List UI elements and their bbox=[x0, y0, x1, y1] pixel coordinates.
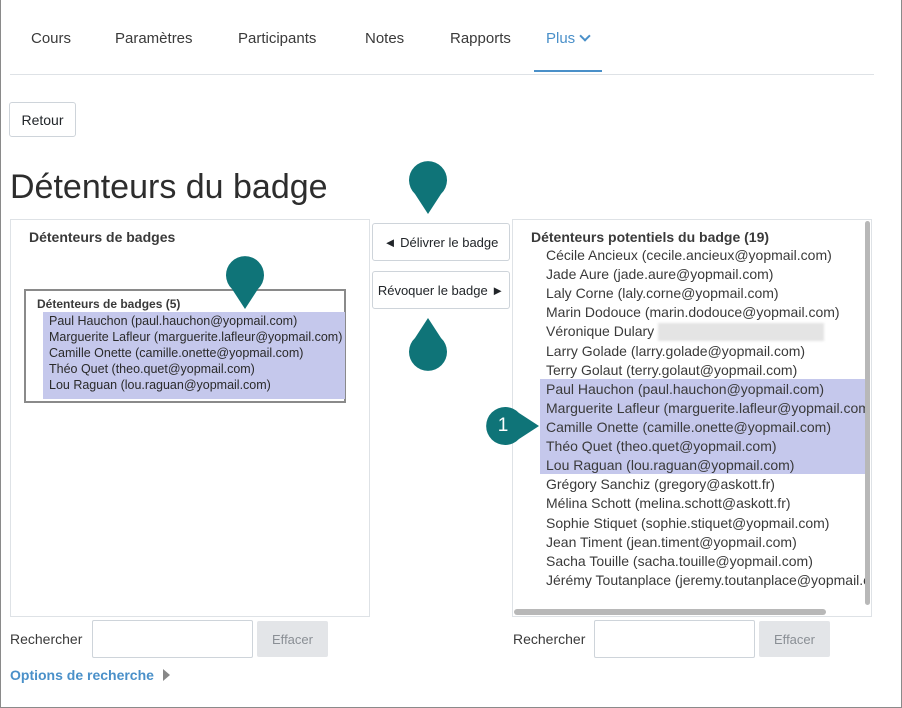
search-label-left: Rechercher bbox=[10, 631, 83, 647]
marker-4-icon: 4 bbox=[406, 318, 477, 376]
search-label-right: Rechercher bbox=[513, 631, 586, 647]
horizontal-scrollbar[interactable] bbox=[514, 609, 826, 615]
redacted-email bbox=[658, 323, 824, 341]
list-item[interactable]: Laly Corne (laly.corne@yopmail.com) bbox=[546, 285, 779, 301]
clear-button-left[interactable]: Effacer bbox=[257, 621, 328, 657]
marker-number: 1 bbox=[497, 415, 509, 436]
list-item[interactable]: Lou Raguan (lou.raguan@yopmail.com) bbox=[546, 457, 794, 473]
search-options-link[interactable]: Options de recherche bbox=[10, 667, 170, 683]
expand-arrow-icon bbox=[162, 669, 170, 681]
list-item[interactable]: Véronique Dulary bbox=[546, 323, 654, 339]
list-item[interactable]: Marguerite Lafleur (marguerite.lafleur@y… bbox=[546, 400, 866, 416]
marker-number: 4 bbox=[466, 340, 478, 361]
list-item[interactable]: Cécile Ancieux (cecile.ancieux@yopmail.c… bbox=[546, 247, 832, 263]
potential-holders-list: Cécile Ancieux (cecile.ancieux@yopmail.c… bbox=[0, 0, 866, 600]
marker-2-icon: 2 bbox=[406, 156, 477, 214]
list-item[interactable]: Théo Quet (theo.quet@yopmail.com) bbox=[546, 438, 777, 454]
list-item[interactable]: Terry Golaut (terry.golaut@yopmail.com) bbox=[546, 362, 797, 378]
list-item[interactable]: Sophie Stiquet (sophie.stiquet@yopmail.c… bbox=[546, 515, 829, 531]
clear-button-right[interactable]: Effacer bbox=[759, 621, 830, 657]
list-item[interactable]: Camille Onette (camille.onette@yopmail.c… bbox=[546, 419, 831, 435]
marker-1-icon: 1 bbox=[479, 404, 539, 448]
list-item[interactable]: Marin Dodouce (marin.dodouce@yopmail.com… bbox=[546, 304, 840, 320]
list-item[interactable]: Mélina Schott (melina.schott@askott.fr) bbox=[546, 495, 791, 511]
search-input-right[interactable] bbox=[594, 620, 755, 658]
list-item[interactable]: Jean Timent (jean.timent@yopmail.com) bbox=[546, 534, 797, 550]
marker-number: 3 bbox=[283, 264, 295, 285]
list-item[interactable]: Jérémy Toutanplace (jeremy.toutanplace@y… bbox=[546, 572, 866, 588]
list-item[interactable]: Sacha Touille (sacha.touille@yopmail.com… bbox=[546, 553, 813, 569]
list-item[interactable]: Larry Golade (larry.golade@yopmail.com) bbox=[546, 343, 805, 359]
marker-3-icon: 3 bbox=[223, 251, 294, 309]
list-item[interactable]: Jade Aure (jade.aure@yopmail.com) bbox=[546, 266, 773, 282]
vertical-scrollbar[interactable] bbox=[865, 221, 870, 605]
list-item[interactable]: Paul Hauchon (paul.hauchon@yopmail.com) bbox=[546, 381, 824, 397]
search-input-left[interactable] bbox=[92, 620, 253, 658]
list-item[interactable]: Grégory Sanchiz (gregory@askott.fr) bbox=[546, 476, 775, 492]
search-options-label: Options de recherche bbox=[10, 667, 154, 683]
marker-number: 2 bbox=[466, 169, 478, 190]
